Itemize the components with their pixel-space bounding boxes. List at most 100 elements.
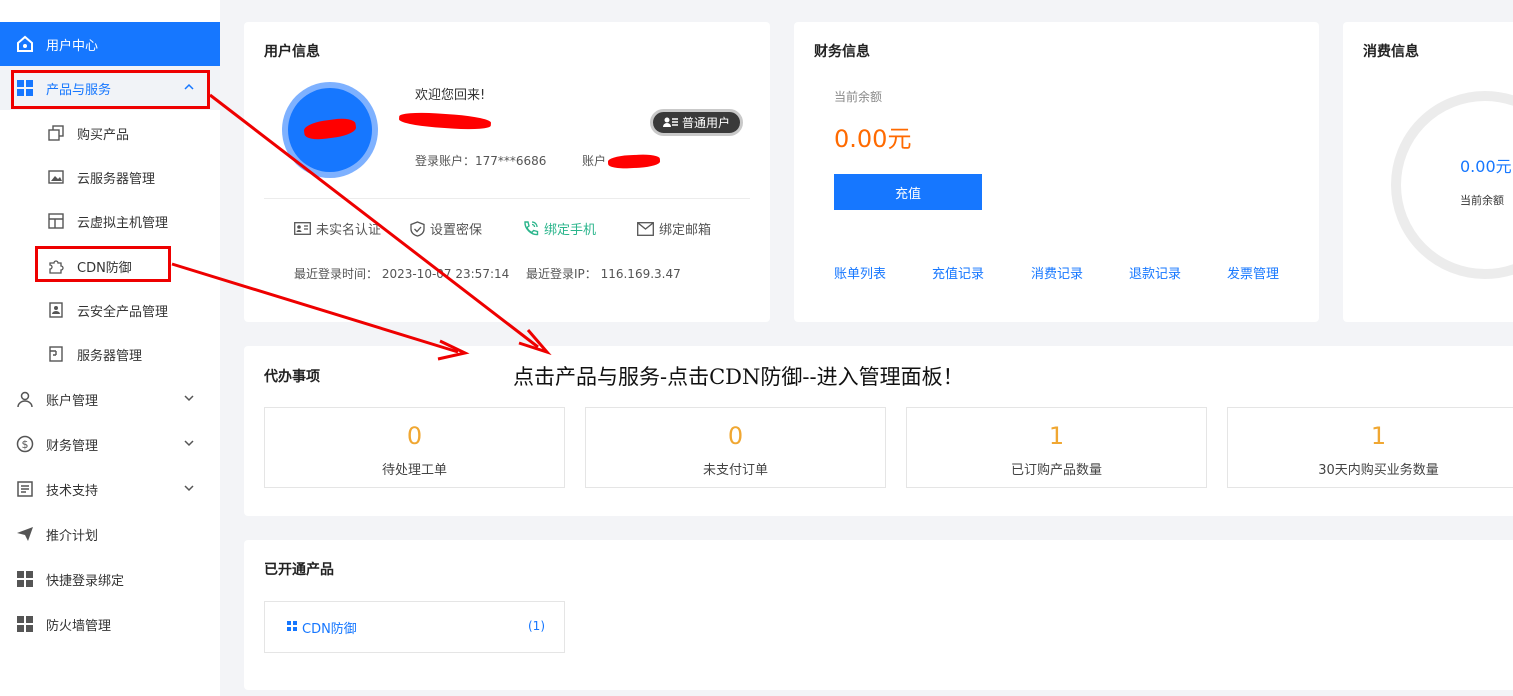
security-icon [47, 301, 65, 319]
todo-value: 1 [1370, 422, 1387, 450]
redaction-scribble [398, 110, 492, 132]
sidebar-item-referral[interactable]: 推介计划 [0, 512, 220, 556]
balance-label: 当前余额 [834, 90, 883, 104]
consume-amount: 0.00元 [1460, 157, 1512, 176]
product-name: CDN防御 [302, 622, 357, 637]
consume-label: 当前余额 [1460, 194, 1504, 207]
sidebar-item-account-management[interactable]: 账户管理 [0, 377, 220, 421]
account-label: 账户 [582, 154, 607, 168]
todo-label: 30天内购买业务数量 [1318, 463, 1439, 478]
todo-ordered-products[interactable]: 1 已订购产品数量 [906, 407, 1207, 488]
todo-value: 0 [406, 422, 423, 450]
sidebar-item-firewall[interactable]: 防火墙管理 [0, 602, 220, 646]
consume-record-link[interactable]: 消费记录 [1031, 263, 1083, 282]
sidebar-item-quick-login[interactable]: 快捷登录绑定 [0, 557, 220, 601]
grid-icon [16, 570, 34, 588]
grid-icon [16, 615, 34, 633]
todo-recent-purchases[interactable]: 1 30天内购买业务数量 [1227, 407, 1513, 488]
id-card-icon [294, 222, 311, 235]
user-card-icon [662, 117, 678, 127]
sidebar-subitem-label: 云虚拟主机管理 [77, 215, 169, 231]
finance-card: 财务信息 当前余额 0.00元 充值 账单列表 充值记录 消费记录 退款记录 发… [794, 22, 1319, 322]
last-login-ip: 最近登录IP： 116.169.3.47 [526, 267, 681, 281]
shield-icon [410, 220, 425, 237]
avatar [282, 82, 378, 178]
consume-card: 消费信息 0.00元 当前余额 [1343, 22, 1513, 322]
action-label: 设置密保 [430, 223, 483, 238]
sidebar-subitem-server-management[interactable]: 服务器管理 [0, 332, 220, 376]
card-title: 消费信息 [1363, 44, 1419, 60]
sidebar-item-label: 快捷登录绑定 [46, 573, 125, 589]
sidebar-item-finance-management[interactable]: $ 财务管理 [0, 422, 220, 466]
user-info-card: 用户信息 欢迎您回来! 普通用户 登录账户：177***6686 账户 未实名认… [244, 22, 770, 322]
svg-text:$: $ [22, 438, 29, 451]
refund-record-link[interactable]: 退款记录 [1129, 263, 1181, 282]
action-label: 绑定邮箱 [659, 223, 712, 238]
welcome-text: 欢迎您回来! [415, 88, 486, 103]
security-question-link[interactable]: 设置密保 [410, 219, 482, 238]
todo-value: 0 [727, 422, 744, 450]
action-label: 绑定手机 [544, 223, 597, 238]
real-name-auth-link[interactable]: 未实名认证 [294, 219, 381, 238]
last-login-time: 最近登录时间： 2023-10-07 23:57:14 [294, 267, 510, 281]
server-icon [47, 345, 65, 363]
bind-phone-link[interactable]: 绑定手机 [522, 219, 596, 238]
balance-ring-chart [1391, 91, 1513, 279]
layout-icon [47, 212, 65, 230]
sidebar-subitem-label: 云安全产品管理 [77, 304, 169, 320]
sidebar-item-label: 用户中心 [46, 38, 99, 54]
sidebar-item-user-center[interactable]: 用户中心 [0, 22, 220, 66]
product-count: (1) [528, 619, 545, 633]
todo-value: 1 [1048, 422, 1065, 450]
todo-label: 待处理工单 [381, 463, 447, 478]
divider [264, 198, 750, 199]
todo-label: 未支付订单 [702, 463, 768, 478]
redaction-scribble [607, 153, 661, 170]
badge-label: 普通用户 [681, 116, 730, 130]
sidebar-subitem-label: 购买产品 [77, 127, 130, 143]
card-title: 代办事项 [264, 369, 320, 385]
action-label: 未实名认证 [316, 223, 382, 238]
user-level-badge[interactable]: 普通用户 [650, 109, 743, 136]
sidebar-item-label: 财务管理 [46, 438, 99, 454]
card-title: 已开通产品 [264, 562, 334, 578]
dollar-icon: $ [16, 435, 34, 453]
sidebar-item-tech-support[interactable]: 技术支持 [0, 467, 220, 511]
opened-products-card: 已开通产品 CDN防御 (1) [244, 540, 1513, 690]
recharge-record-link[interactable]: 充值记录 [932, 263, 984, 282]
balance-value: 0.00元 [834, 125, 912, 153]
paper-plane-icon [16, 525, 34, 543]
annotation-highlight-box [35, 246, 171, 282]
copy-icon [47, 124, 65, 142]
chevron-down-icon [184, 392, 194, 407]
sidebar-subitem-label: 服务器管理 [77, 348, 143, 364]
todo-label: 已订购产品数量 [1010, 463, 1102, 478]
user-icon [16, 390, 34, 408]
chevron-down-icon [184, 437, 194, 452]
mail-icon [637, 221, 654, 236]
sidebar-item-label: 账户管理 [46, 393, 99, 409]
image-icon [47, 168, 65, 186]
sidebar-subitem-label: 云服务器管理 [77, 171, 156, 187]
sidebar-subitem-cloud-server[interactable]: 云服务器管理 [0, 155, 220, 199]
card-title: 用户信息 [264, 44, 320, 60]
bind-email-link[interactable]: 绑定邮箱 [637, 219, 711, 238]
sidebar-subitem-cloud-security[interactable]: 云安全产品管理 [0, 288, 220, 332]
product-item-cdn[interactable]: CDN防御 (1) [264, 601, 565, 653]
login-account: 登录账户：177***6686 [415, 154, 547, 168]
phone-icon [524, 221, 539, 236]
sidebar-item-label: 推介计划 [46, 528, 99, 544]
todo-pending-tickets[interactable]: 0 待处理工单 [264, 407, 565, 488]
sidebar-subitem-virtual-host[interactable]: 云虚拟主机管理 [0, 199, 220, 243]
grid-icon [287, 621, 297, 631]
sidebar-subitem-buy-products[interactable]: 购买产品 [0, 111, 220, 155]
annotation-highlight-box [11, 70, 210, 109]
recharge-button[interactable]: 充值 [834, 174, 982, 210]
card-title: 财务信息 [814, 44, 870, 60]
invoice-management-link[interactable]: 发票管理 [1227, 263, 1279, 282]
todo-unpaid-orders[interactable]: 0 未支付订单 [585, 407, 886, 488]
document-icon [16, 480, 34, 498]
sidebar-item-label: 防火墙管理 [46, 618, 112, 634]
bill-list-link[interactable]: 账单列表 [834, 263, 886, 282]
home-icon [16, 35, 34, 53]
